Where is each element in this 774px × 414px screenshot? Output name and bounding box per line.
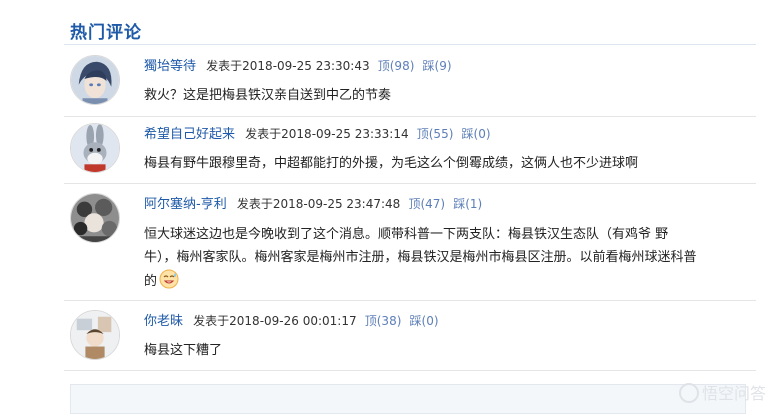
comment-meta: 獨坮等待 发表于2018-09-25 23:30:43 顶(98) 踩(9) (144, 57, 452, 76)
downvote-button[interactable]: 踩(0) (462, 127, 491, 141)
comment-item: 阿尔塞纳-亨利 发表于2018-09-25 23:47:48 顶(47) 踩(1… (64, 193, 756, 297)
upvote-button[interactable]: 顶(98) (378, 59, 415, 73)
avatar[interactable] (70, 123, 120, 173)
avatar[interactable] (70, 55, 120, 105)
username-link[interactable]: 希望自己好起来 (144, 127, 235, 142)
comment-line: 牛），梅州客家队。梅州客家是梅州市注册，梅县铁汉是梅州市梅县区注册。以前看梅州球… (144, 250, 697, 265)
post-time: 发表于2018-09-25 23:47:48 (236, 197, 401, 211)
comment-divider (64, 183, 756, 184)
watermark-text: 悟空问答 (701, 384, 766, 403)
comment-line: 恒大球迷这边也是今晚收到了这个消息。顺带科普一下两支队：梅县铁汉生态队（有鸡爷 … (144, 227, 669, 242)
comment-item: 希望自己好起来 发表于2018-09-25 23:33:14 顶(55) 踩(0… (64, 123, 756, 183)
comment-text: 救火？这是把梅县铁汉亲自送到中乙的节奏 (144, 88, 392, 103)
comment-meta: 希望自己好起来 发表于2018-09-25 23:33:14 顶(55) 踩(0… (144, 125, 491, 144)
sweat-smile-emoji-icon (159, 269, 179, 289)
avatar[interactable] (70, 310, 120, 360)
post-time: 发表于2018-09-25 23:30:43 (206, 59, 370, 73)
upvote-button[interactable]: 顶(55) (417, 127, 454, 141)
post-time: 发表于2018-09-26 00:01:17 (193, 314, 357, 328)
comment-item: 你老昧 发表于2018-09-26 00:01:17 顶(38) 踩(0) 梅县… (64, 310, 756, 370)
comment-text: 梅县有野牛跟穆里奇，中超都能打的外援，为毛这么个倒霉成绩，这俩人也不少进球啊 (144, 156, 639, 171)
username-link[interactable]: 阿尔塞纳-亨利 (144, 197, 227, 212)
comment-divider (64, 370, 756, 371)
downvote-button[interactable]: 踩(0) (410, 314, 439, 328)
downvote-button[interactable]: 踩(9) (423, 59, 452, 73)
title-divider (64, 44, 756, 45)
comment-divider (64, 300, 756, 301)
downvote-button[interactable]: 踩(1) (453, 197, 482, 211)
section-title: 热门评论 (70, 23, 142, 43)
avatar[interactable] (70, 193, 120, 243)
comment-text: 梅县这下糟了 (144, 343, 223, 358)
upvote-button[interactable]: 顶(38) (365, 314, 402, 328)
username-link[interactable]: 獨坮等待 (144, 59, 196, 74)
post-time: 发表于2018-09-25 23:33:14 (245, 127, 409, 141)
comment-divider (64, 116, 756, 117)
wukong-logo-icon (678, 383, 699, 403)
username-link[interactable]: 你老昧 (144, 314, 183, 329)
reply-box[interactable] (70, 384, 746, 414)
comment-line: 的 (144, 269, 744, 293)
upvote-button[interactable]: 顶(47) (408, 197, 445, 211)
comment-meta: 你老昧 发表于2018-09-26 00:01:17 顶(38) 踩(0) (144, 312, 439, 331)
comment-meta: 阿尔塞纳-亨利 发表于2018-09-25 23:47:48 顶(47) 踩(1… (144, 195, 482, 214)
comment-item: 獨坮等待 发表于2018-09-25 23:30:43 顶(98) 踩(9) 救… (64, 55, 756, 115)
comment-line-text: 的 (144, 274, 158, 289)
comment-text: 恒大球迷这边也是今晚收到了这个消息。顺带科普一下两支队：梅县铁汉生态队（有鸡爷 … (144, 223, 744, 293)
watermark: 悟空问答 (678, 380, 766, 404)
